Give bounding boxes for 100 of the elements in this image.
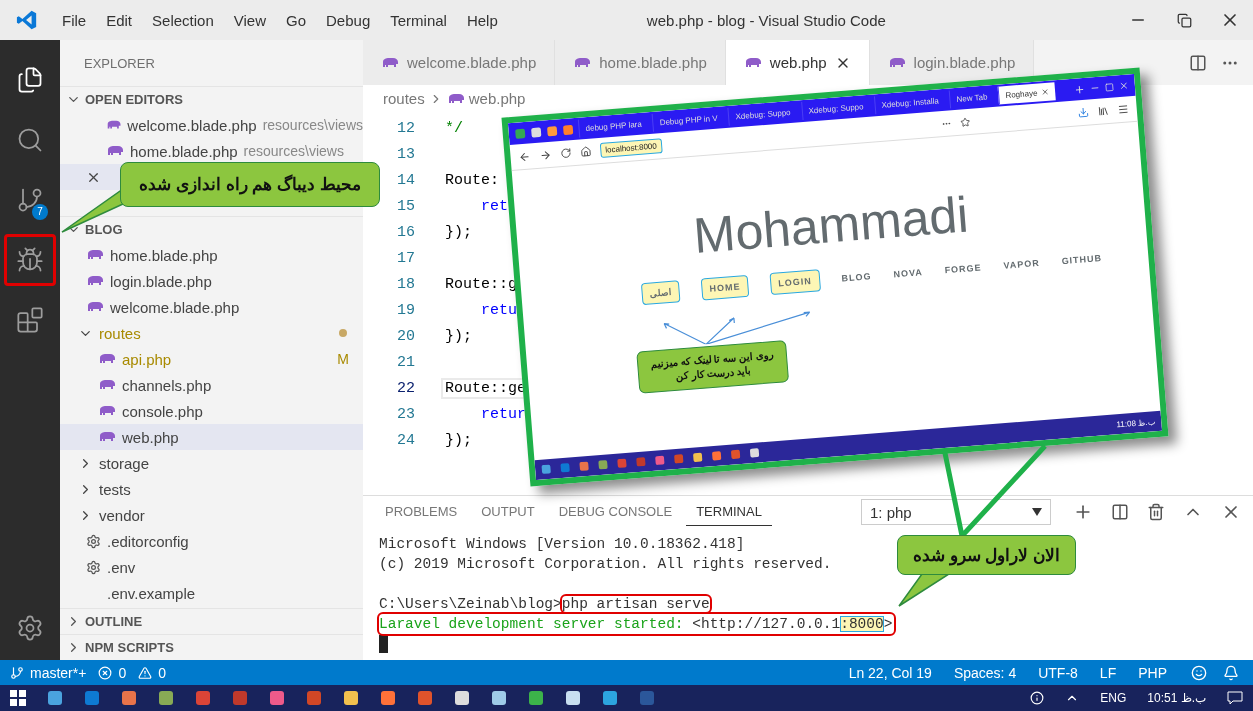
forward-icon[interactable]	[539, 148, 552, 162]
windows-logo-icon[interactable]	[10, 690, 26, 706]
status-item[interactable]: Spaces: 4	[945, 664, 1025, 681]
panel-tab[interactable]: TERMINAL	[686, 498, 772, 526]
terminal-select[interactable]: 1: php	[861, 499, 1051, 525]
tree-row[interactable]: .editorconfig	[60, 528, 363, 554]
folder-row[interactable]: storage	[60, 450, 363, 476]
menu-item[interactable]: Go	[276, 11, 316, 29]
menu-item[interactable]: File	[52, 11, 97, 29]
nav-link[interactable]: GITHUB	[1061, 253, 1103, 267]
back-icon[interactable]	[518, 150, 532, 163]
browser-tab[interactable]: New Tab	[948, 87, 995, 109]
nav-link[interactable]: BLOG	[841, 271, 872, 284]
app-icon[interactable]	[692, 451, 704, 463]
bookmark-icon[interactable]	[546, 124, 559, 137]
tree-row[interactable]: console.php	[60, 398, 363, 424]
app-icon[interactable]	[602, 690, 618, 706]
tree-row[interactable]: .env	[60, 554, 363, 580]
app-icon[interactable]	[454, 690, 470, 706]
menu-item[interactable]: Help	[456, 11, 508, 29]
editor-tab[interactable]: web.php	[725, 40, 870, 85]
app-icon[interactable]	[121, 690, 137, 706]
section-header[interactable]: OUTLINE	[60, 608, 363, 634]
app-icon[interactable]	[491, 690, 507, 706]
error-count[interactable]: 0	[118, 664, 133, 681]
bug-button[interactable]	[4, 234, 56, 286]
tree-row[interactable]: channels.php	[60, 372, 363, 398]
app-icon[interactable]	[749, 447, 760, 459]
status-item[interactable]: UTF-8	[1030, 664, 1086, 681]
split-icon[interactable]	[1111, 503, 1129, 521]
breadcrumb-item[interactable]: web.php	[468, 90, 526, 107]
notification-icon[interactable]	[1227, 691, 1243, 705]
reload-icon[interactable]	[560, 147, 572, 160]
panel-tab[interactable]: DEBUG CONSOLE	[548, 498, 683, 526]
new-tab-icon[interactable]	[1073, 83, 1086, 96]
app-icon[interactable]	[380, 690, 396, 706]
download-icon[interactable]	[1077, 106, 1090, 119]
error-icon[interactable]	[98, 665, 113, 680]
folder-row[interactable]: vendor	[60, 502, 363, 528]
breadcrumb-item[interactable]: routes	[383, 90, 425, 107]
status-item[interactable]: PHP	[1130, 664, 1175, 681]
app-icon[interactable]	[565, 690, 581, 706]
open-editor-row[interactable]: welcome.blade.php resources\views	[60, 112, 363, 138]
bookmark-icon[interactable]	[514, 127, 527, 140]
browser-tab[interactable]: debug PHP lara	[577, 114, 649, 138]
folder-row[interactable]: tests	[60, 476, 363, 502]
tree-row[interactable]: welcome.blade.php	[60, 294, 363, 320]
status-item[interactable]: LF	[1091, 664, 1125, 681]
maximize-icon[interactable]	[1104, 82, 1115, 92]
nav-link[interactable]: اصلی	[640, 280, 681, 306]
editor-tab[interactable]: home.blade.php	[555, 40, 726, 85]
app-icon[interactable]	[343, 690, 359, 706]
clock[interactable]: 10:51 ب.ظ	[1147, 691, 1206, 705]
section-header[interactable]: OPEN EDITORS	[60, 86, 363, 112]
home-icon[interactable]	[580, 145, 592, 158]
browser-tab[interactable]: Xdebug: Installa	[873, 90, 946, 115]
address-field[interactable]: localhost:8000	[599, 138, 663, 158]
app-icon[interactable]	[158, 690, 174, 706]
status-item[interactable]: Ln 22, Col 19	[840, 664, 940, 681]
library-icon[interactable]	[1097, 105, 1110, 117]
nav-link[interactable]: HOME	[700, 274, 750, 301]
panel-tab[interactable]: OUTPUT	[471, 498, 545, 526]
bookmark-icon[interactable]	[562, 123, 574, 136]
split-editor-icon[interactable]	[1189, 53, 1207, 72]
warning-count[interactable]: 0	[158, 664, 172, 681]
branch-name[interactable]: master*+	[30, 664, 93, 681]
branch-icon[interactable]	[10, 665, 24, 680]
nav-link[interactable]: FORGE	[944, 262, 982, 276]
nav-link[interactable]: NOVA	[893, 267, 924, 280]
nav-link[interactable]: VAPOR	[1003, 257, 1041, 271]
browser-tab[interactable]: Debug PHP in V	[652, 108, 725, 132]
tree-row[interactable]: web.php	[60, 424, 363, 450]
editor-tab[interactable]: welcome.blade.php	[363, 40, 556, 85]
tree-row[interactable]: login.blade.php	[60, 268, 363, 294]
branch-button[interactable]: 7	[4, 174, 56, 226]
browser-tab[interactable]: Xdebug: Suppo	[800, 96, 871, 121]
browser-tab[interactable]: Roghaye	[997, 82, 1056, 105]
restore-icon[interactable]	[1176, 12, 1192, 28]
tree-row[interactable]: .env.example	[60, 580, 363, 606]
tray-icon[interactable]	[1030, 691, 1045, 705]
star-icon[interactable]	[959, 116, 971, 128]
trash-icon[interactable]	[1147, 503, 1165, 521]
bell-icon[interactable]	[1223, 664, 1239, 681]
app-icon[interactable]	[528, 690, 544, 706]
panel-tab[interactable]: PROBLEMS	[375, 498, 468, 526]
menu-item[interactable]: Terminal	[380, 11, 457, 29]
menu-item[interactable]: View	[223, 11, 276, 29]
app-icon[interactable]	[47, 690, 63, 706]
menu-item[interactable]: Selection	[142, 11, 224, 29]
browser-tab[interactable]: Xdebug: Suppo	[727, 102, 798, 126]
menu-item[interactable]: Edit	[96, 11, 143, 29]
nav-link[interactable]: LOGIN	[769, 269, 821, 296]
menu-item[interactable]: Debug	[316, 11, 381, 29]
open-editor-row[interactable]: home.blade.php resources\views	[60, 138, 363, 164]
tree-row[interactable]: home.blade.php	[60, 242, 363, 268]
warning-icon[interactable]	[138, 665, 153, 680]
language-indicator[interactable]: ENG	[1100, 691, 1127, 705]
app-icon[interactable]	[269, 690, 285, 706]
editor-tab[interactable]: login.blade.php	[869, 40, 1035, 85]
menu-icon[interactable]	[1117, 103, 1130, 116]
